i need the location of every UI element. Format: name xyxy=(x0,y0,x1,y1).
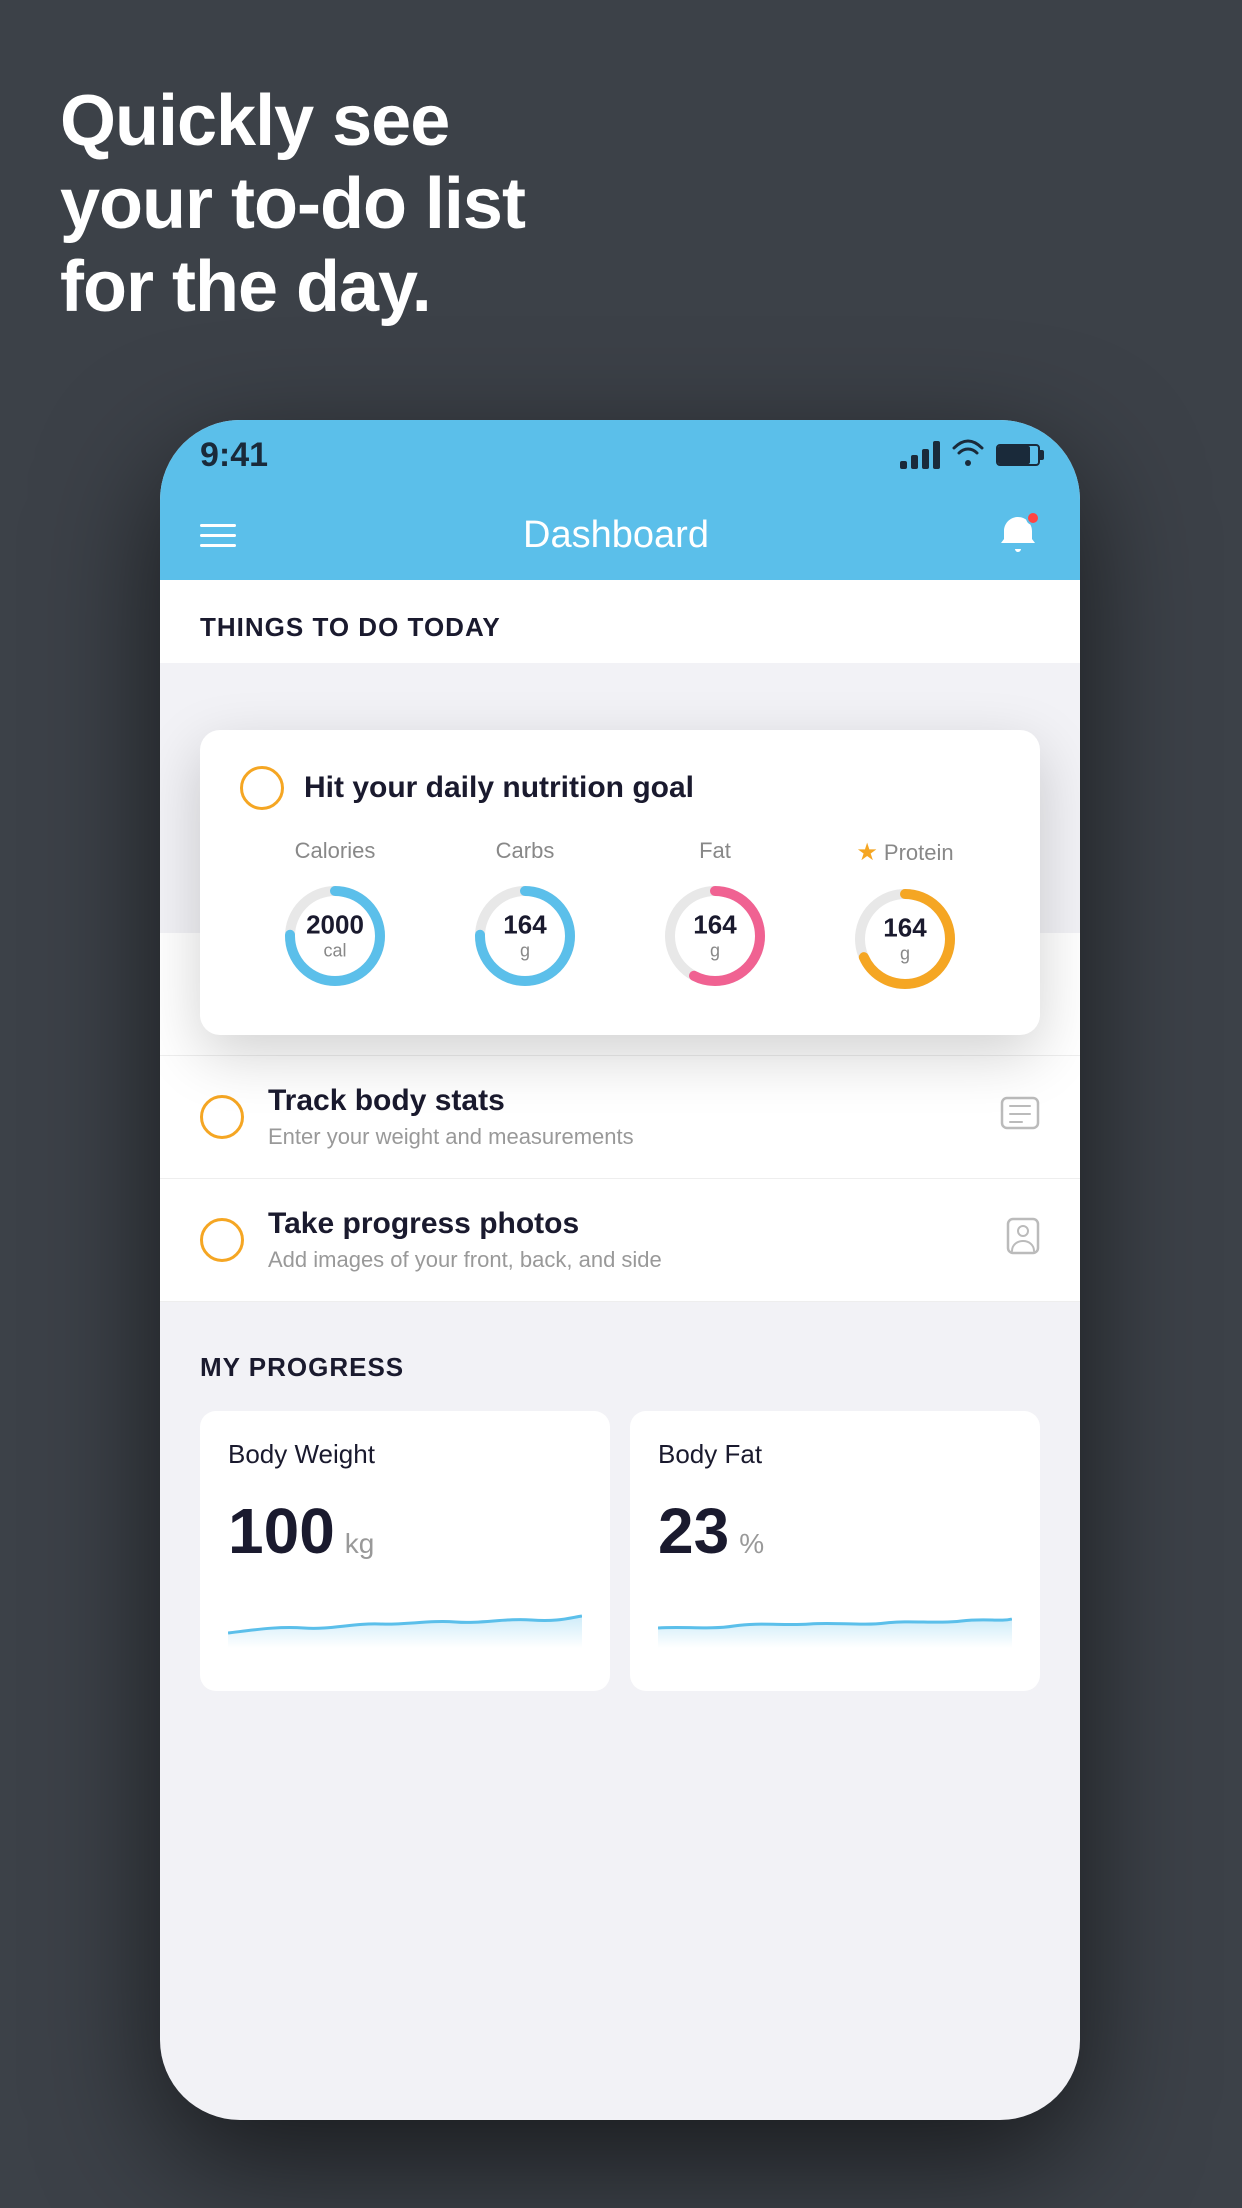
nutrition-circles: Calories 2000 cal Carbs xyxy=(240,838,1000,999)
progress-section: MY PROGRESS Body Weight 100 kg xyxy=(160,1302,1080,1721)
body-weight-title: Body Weight xyxy=(228,1439,582,1470)
protein-donut: 164 g xyxy=(845,879,965,999)
wifi-icon xyxy=(952,438,984,473)
fat-label: Fat xyxy=(699,838,731,864)
phone-mockup: 9:41 Dashboard xyxy=(160,420,1080,2120)
carbs-unit: g xyxy=(503,941,546,963)
fat-value: 164 xyxy=(693,910,736,941)
todo-text-body-stats: Track body stats Enter your weight and m… xyxy=(268,1084,1000,1150)
calories-label: Calories xyxy=(295,838,376,864)
progress-cards: Body Weight 100 kg xyxy=(200,1411,1040,1691)
nutrition-title: Hit your daily nutrition goal xyxy=(304,771,694,805)
hero-text: Quickly see your to-do list for the day. xyxy=(60,80,525,328)
carbs-circle-item: Carbs 164 g xyxy=(465,838,585,996)
status-icons xyxy=(900,438,1040,473)
fat-unit: g xyxy=(693,941,736,963)
hero-line3: for the day. xyxy=(60,246,525,329)
fat-circle-item: Fat 164 g xyxy=(655,838,775,996)
protein-circle-item: ★ Protein 164 g xyxy=(845,838,965,999)
notification-bell[interactable] xyxy=(996,511,1040,560)
body-weight-value: 100 xyxy=(228,1494,335,1568)
body-fat-card[interactable]: Body Fat 23 % xyxy=(630,1411,1040,1691)
body-fat-value: 23 xyxy=(658,1494,729,1568)
body-fat-title: Body Fat xyxy=(658,1439,1012,1470)
hero-line2: your to-do list xyxy=(60,163,525,246)
calories-unit: cal xyxy=(306,941,364,963)
body-fat-unit: % xyxy=(739,1528,764,1560)
phone-content: THINGS TO DO TODAY Hit your daily nutrit… xyxy=(160,580,1080,1721)
fat-donut: 164 g xyxy=(655,876,775,996)
todo-title-photos: Take progress photos xyxy=(268,1207,1006,1241)
body-weight-value-row: 100 kg xyxy=(228,1494,582,1568)
portrait-icon xyxy=(1006,1217,1040,1264)
body-weight-unit: kg xyxy=(345,1528,375,1560)
hero-line1: Quickly see xyxy=(60,80,525,163)
calories-circle-item: Calories 2000 cal xyxy=(275,838,395,996)
protein-unit: g xyxy=(883,944,926,966)
carbs-value: 164 xyxy=(503,910,546,941)
app-header: Dashboard xyxy=(160,490,1080,580)
calories-value: 2000 xyxy=(306,910,364,941)
notification-dot xyxy=(1026,511,1040,525)
todo-item-body-stats[interactable]: Track body stats Enter your weight and m… xyxy=(160,1056,1080,1179)
nutrition-check-circle xyxy=(240,766,284,810)
carbs-label: Carbs xyxy=(496,838,555,864)
todo-text-photos: Take progress photos Add images of your … xyxy=(268,1207,1006,1273)
star-icon: ★ xyxy=(856,838,878,867)
todo-subtitle-body-stats: Enter your weight and measurements xyxy=(268,1124,1000,1150)
signal-icon xyxy=(900,441,940,469)
todo-subtitle-photos: Add images of your front, back, and side xyxy=(268,1247,1006,1273)
progress-section-title: MY PROGRESS xyxy=(200,1352,1040,1383)
status-bar: 9:41 xyxy=(160,420,1080,490)
things-to-do-header: THINGS TO DO TODAY xyxy=(160,580,1080,663)
nutrition-card[interactable]: Hit your daily nutrition goal Calories 2… xyxy=(200,730,1040,1035)
body-weight-sparkline xyxy=(228,1588,582,1648)
todo-item-photos[interactable]: Take progress photos Add images of your … xyxy=(160,1179,1080,1302)
scale-icon xyxy=(1000,1096,1040,1139)
hamburger-menu[interactable] xyxy=(200,524,236,547)
status-time: 9:41 xyxy=(200,436,268,475)
todo-circle-photos xyxy=(200,1218,244,1262)
body-fat-value-row: 23 % xyxy=(658,1494,1012,1568)
body-fat-sparkline xyxy=(658,1588,1012,1648)
protein-label: ★ Protein xyxy=(856,838,953,867)
todo-circle-body-stats xyxy=(200,1095,244,1139)
calories-donut: 2000 cal xyxy=(275,876,395,996)
body-weight-card[interactable]: Body Weight 100 kg xyxy=(200,1411,610,1691)
todo-title-body-stats: Track body stats xyxy=(268,1084,1000,1118)
protein-value: 164 xyxy=(883,913,926,944)
header-title: Dashboard xyxy=(523,514,709,557)
carbs-donut: 164 g xyxy=(465,876,585,996)
nutrition-card-header: Hit your daily nutrition goal xyxy=(240,766,1000,810)
battery-icon xyxy=(996,444,1040,466)
